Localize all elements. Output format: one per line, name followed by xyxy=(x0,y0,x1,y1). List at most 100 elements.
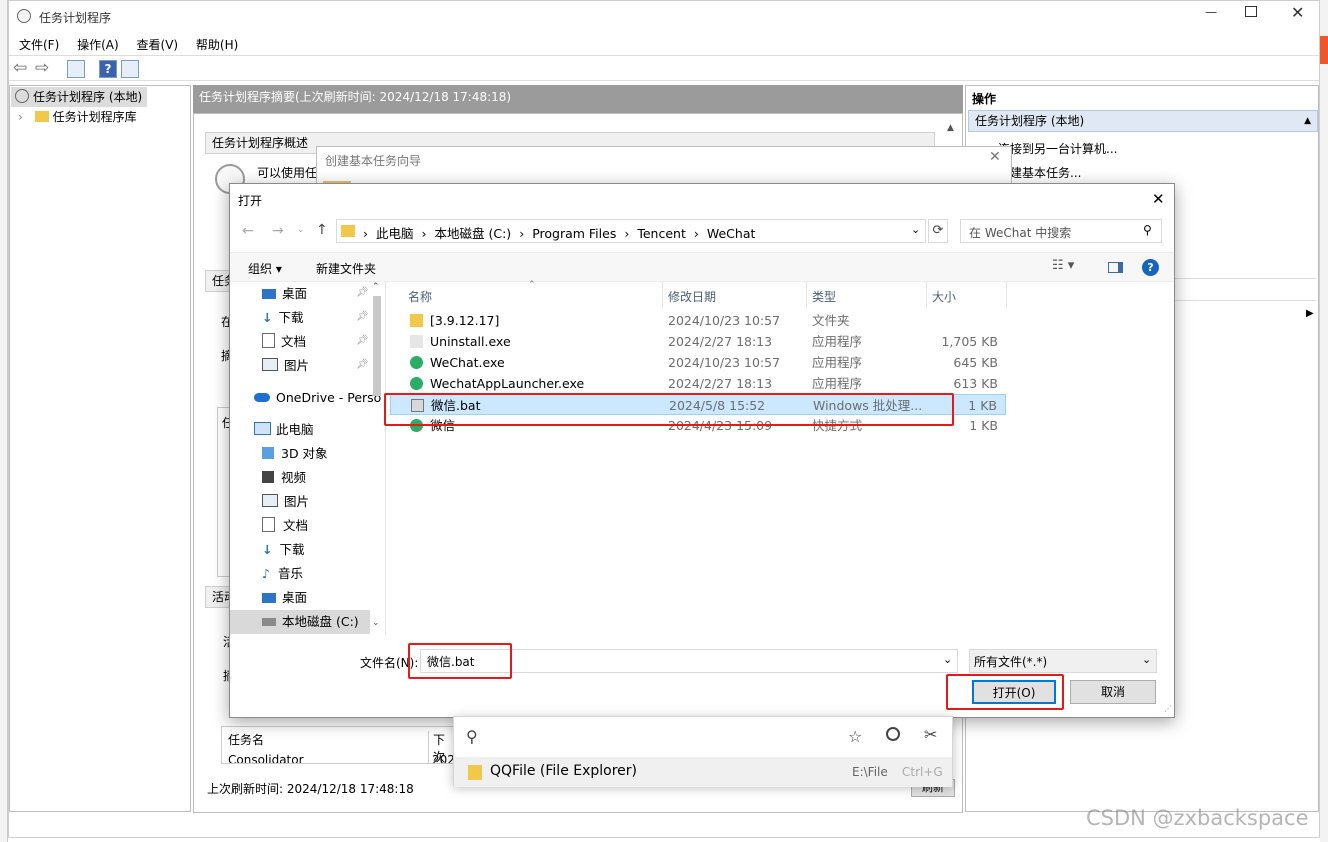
tree-item-root[interactable]: 任务计划程序 (本地) xyxy=(11,87,147,107)
file-row[interactable]: Uninstall.exe 2024/2/27 18:13 应用程序 1,705 KB xyxy=(390,331,1006,352)
file-type: 应用程序 xyxy=(812,376,863,391)
folder-icon xyxy=(410,314,423,327)
breadcrumb-wechat[interactable]: WeChat xyxy=(707,226,756,241)
nav-label: 音乐 xyxy=(277,566,303,581)
file-date: 2024/10/23 10:57 xyxy=(668,355,781,370)
breadcrumb-program-files[interactable]: Program Files xyxy=(532,226,616,241)
actions-group-header[interactable]: 任务计划程序 (本地) ▲ xyxy=(968,110,1318,132)
file-row[interactable]: WechatAppLauncher.exe 2024/2/27 18:13 应用程序… xyxy=(390,373,1006,394)
nav-onedrive[interactable]: OneDrive - Perso xyxy=(254,386,381,410)
clock-icon xyxy=(15,89,29,103)
back-arrow-icon[interactable]: ⇦ xyxy=(13,58,27,78)
file-name: WeChat.exe xyxy=(430,355,505,370)
show-tree-icon[interactable] xyxy=(67,60,85,78)
nav-back-icon[interactable]: ← xyxy=(242,223,254,239)
menu-action[interactable]: 操作(A) xyxy=(77,38,119,52)
address-dropdown-icon[interactable]: ⌄ xyxy=(911,223,920,236)
close-button[interactable]: ✕ xyxy=(1291,3,1304,22)
nav-pictures[interactable]: 图片 xyxy=(262,490,309,514)
wizard-close-icon[interactable]: ✕ xyxy=(989,149,1001,165)
new-folder-button[interactable]: 新建文件夹 xyxy=(316,260,376,277)
star-icon[interactable]: ☆ xyxy=(848,727,862,746)
help-icon[interactable]: ? xyxy=(99,60,117,78)
action-connect[interactable]: 连接到另一台计算机... xyxy=(998,140,1117,157)
nav-quick-downloads[interactable]: ↓ 下载 xyxy=(262,306,304,330)
nav-videos[interactable]: 视频 xyxy=(262,466,306,490)
scroll-thumb[interactable] xyxy=(373,296,381,396)
nav-desktop[interactable]: 桌面 xyxy=(262,586,307,610)
nav-documents[interactable]: 文档 xyxy=(262,514,308,538)
nav-label: 本地磁盘 (C:) xyxy=(282,614,359,629)
tools-icon[interactable]: ✂ xyxy=(924,725,937,744)
file-row[interactable]: WeChat.exe 2024/10/23 10:57 应用程序 645 KB xyxy=(390,352,1006,373)
submenu-arrow-icon[interactable]: ▶ xyxy=(1306,308,1314,319)
nav-label: 文档 xyxy=(283,518,309,533)
qq-result-row[interactable]: QQFile (File Explorer) E:\File Ctrl+G xyxy=(454,757,952,787)
nav-forward-icon[interactable]: → xyxy=(272,223,284,239)
file-row[interactable]: [3.9.12.17] 2024/10/23 10:57 文件夹 xyxy=(390,310,1006,331)
menu-view[interactable]: 查看(V) xyxy=(137,38,179,52)
nav-up-icon[interactable]: ↑ xyxy=(316,222,328,238)
nav-label: 图片 xyxy=(284,358,310,373)
document-icon xyxy=(262,333,275,348)
dialog-close-icon[interactable]: ✕ xyxy=(1152,190,1165,208)
menu-file[interactable]: 文件(F) xyxy=(19,38,59,52)
address-bar[interactable]: › 此电脑 › 本地磁盘 (C:) › Program Files › Tencent › WeC… xyxy=(336,219,926,243)
nav-3d-objects[interactable]: 3D 对象 xyxy=(262,442,328,466)
summary-header: 任务计划程序摘要(上次刷新时间: 2024/12/18 17:48:18) xyxy=(193,85,963,113)
download-arrow-icon: ↓ xyxy=(262,310,273,325)
nav-recent-icon[interactable]: ⌄ xyxy=(297,225,305,235)
qq-search-icon[interactable]: ⚲ xyxy=(466,727,478,746)
task-table-header-name[interactable]: 任务名 xyxy=(228,731,264,748)
view-options-icon[interactable]: ☷ ▾ xyxy=(1052,258,1074,273)
maximize-button[interactable] xyxy=(1245,6,1257,17)
highlight-filename xyxy=(408,643,512,679)
column-type[interactable]: 类型 xyxy=(812,288,836,305)
column-size[interactable]: 大小 xyxy=(932,288,956,305)
nav-label: 桌面 xyxy=(282,286,308,301)
wizard-title: 创建基本任务向导 xyxy=(325,154,422,168)
filetype-select[interactable]: 所有文件(*.*) ⌄ xyxy=(969,649,1157,673)
nav-quick-documents[interactable]: 文档 xyxy=(262,330,306,354)
filetype-dropdown-icon[interactable]: ⌄ xyxy=(1142,653,1151,666)
file-name: WechatAppLauncher.exe xyxy=(430,376,585,391)
wechat-icon xyxy=(410,356,423,369)
nav-quick-pictures[interactable]: 图片 xyxy=(262,354,309,378)
column-divider xyxy=(662,282,663,308)
organize-button[interactable]: 组织 ▾ xyxy=(248,260,282,277)
menu-help[interactable]: 帮助(H) xyxy=(196,38,238,52)
minimize-button[interactable]: — xyxy=(1201,5,1221,19)
history-clock-icon[interactable] xyxy=(886,727,900,741)
breadcrumb-this-pc[interactable]: 此电脑 xyxy=(376,226,414,241)
scroll-up-icon[interactable]: ⌃ xyxy=(372,282,380,292)
scrollbar-up-icon[interactable]: ▲ xyxy=(947,123,954,133)
nav-downloads[interactable]: ↓ 下载 xyxy=(262,538,305,562)
breadcrumb-tencent[interactable]: Tencent xyxy=(637,226,686,241)
scroll-down-icon[interactable]: ⌄ xyxy=(372,618,380,628)
task-table-cell-name[interactable]: Consolidator xyxy=(228,753,304,763)
filename-dropdown-icon[interactable]: ⌄ xyxy=(943,653,952,666)
cancel-button[interactable]: 取消 xyxy=(1070,680,1156,704)
nav-c-drive[interactable]: 本地磁盘 (C:) xyxy=(230,610,370,634)
nav-this-pc[interactable]: 此电脑 xyxy=(254,418,314,442)
preview-pane-icon[interactable] xyxy=(1108,262,1123,273)
column-name[interactable]: 名称 xyxy=(408,288,432,305)
summary-header-text: 任务计划程序摘要(上次刷新时间: 2024/12/18 17:48:18) xyxy=(199,90,512,104)
nav-quick-desktop[interactable]: 桌面 xyxy=(262,282,307,306)
resize-grip-icon[interactable]: ⋰ xyxy=(1164,704,1172,713)
left-tree-pane: 任务计划程序 (本地) › 任务计划程序库 xyxy=(9,85,191,812)
open-file-dialog: 打开 ✕ ← → ⌄ ↑ › 此电脑 › 本地磁盘 (C:) › Program File… xyxy=(229,183,1175,718)
refresh-address-button[interactable]: ⟳ xyxy=(928,219,948,243)
title-bar: 任务计划程序 — ✕ xyxy=(9,1,1319,33)
breadcrumb-c-drive[interactable]: 本地磁盘 (C:) xyxy=(435,226,512,241)
tree-item-library[interactable]: › 任务计划程序库 xyxy=(18,107,137,127)
nav-scrollbar[interactable]: ⌃ ⌄ xyxy=(370,282,384,635)
nav-music[interactable]: ♪ 音乐 xyxy=(262,562,303,586)
help-icon[interactable]: ? xyxy=(1142,259,1159,276)
breadcrumb-sep-icon: › xyxy=(421,226,427,241)
drive-icon xyxy=(262,618,276,626)
column-date[interactable]: 修改日期 xyxy=(668,288,716,305)
forward-arrow-icon[interactable]: ⇨ xyxy=(35,58,49,78)
search-box[interactable]: 在 WeChat 中搜索 ⚲ xyxy=(960,219,1162,243)
show-action-pane-icon[interactable] xyxy=(121,60,139,78)
